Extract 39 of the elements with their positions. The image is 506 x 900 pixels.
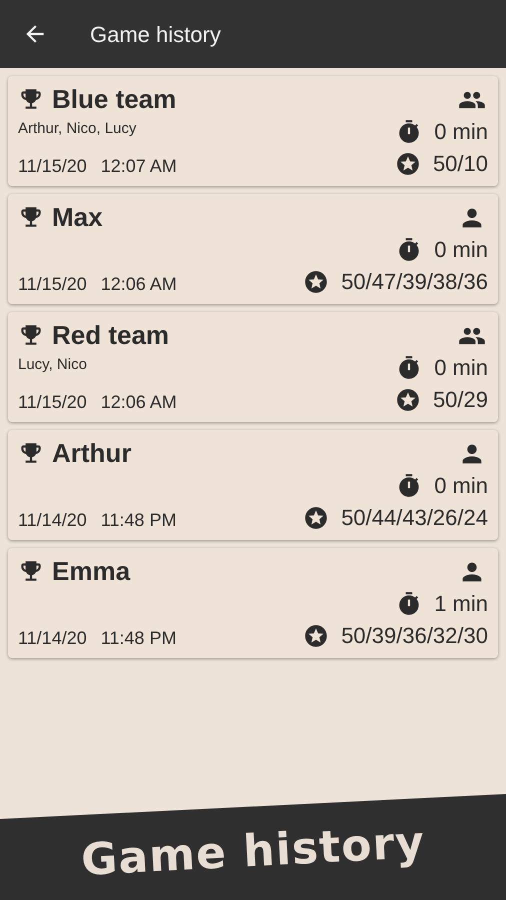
star-icon bbox=[303, 623, 330, 649]
star-icon bbox=[303, 269, 330, 295]
game-time: 12:06 AM bbox=[100, 390, 177, 414]
duration: 0 min bbox=[434, 121, 488, 144]
scores: 50/29 bbox=[432, 389, 488, 411]
game-date: 11/15/20 bbox=[18, 272, 87, 296]
game-title: Red team bbox=[52, 322, 170, 348]
banner-caption: Game history bbox=[79, 816, 427, 888]
star-icon bbox=[303, 505, 330, 531]
star-icon bbox=[394, 387, 421, 413]
star-icon bbox=[394, 151, 421, 177]
duration: 0 min bbox=[434, 475, 488, 498]
game-title: Emma bbox=[52, 558, 130, 584]
scores: 50/10 bbox=[432, 153, 488, 175]
game-title: Max bbox=[52, 204, 103, 230]
game-card[interactable]: Emma 1 min 11/14/20 11:48 PM 50/39/36/32/30 bbox=[8, 548, 498, 658]
scores: 50/44/43/26/24 bbox=[341, 507, 488, 529]
team-members: Arthur, Nico, Lucy bbox=[18, 118, 136, 139]
game-card[interactable]: Red team Lucy, Nico 0 min 11/15/20 12:06 AM 50/29 bbox=[8, 312, 498, 422]
game-card[interactable]: Blue team Arthur, Nico, Lucy 0 min 11/15/20 12:07 AM 50/10 bbox=[8, 76, 498, 186]
game-date: 11/15/20 bbox=[18, 390, 87, 414]
game-time: 11:48 PM bbox=[100, 508, 176, 532]
game-time: 11:48 PM bbox=[100, 626, 176, 650]
duration: 1 min bbox=[434, 593, 488, 616]
game-date: 11/14/20 bbox=[18, 626, 87, 650]
duration: 0 min bbox=[434, 357, 488, 380]
game-card[interactable]: Arthur 0 min 11/14/20 11:48 PM 50/44/43/26/24 bbox=[8, 430, 498, 540]
scores: 50/39/36/32/30 bbox=[341, 625, 488, 647]
game-date: 11/14/20 bbox=[18, 508, 87, 532]
game-time: 12:06 AM bbox=[100, 272, 177, 296]
team-members: Lucy, Nico bbox=[18, 354, 87, 375]
app-bar-title: Game history bbox=[90, 20, 221, 49]
game-title: Blue team bbox=[52, 86, 176, 112]
game-title: Arthur bbox=[52, 440, 132, 466]
game-card[interactable]: Max 0 min 11/15/20 12:06 AM 50/47/39/38/36 bbox=[8, 194, 498, 304]
game-time: 12:07 AM bbox=[100, 154, 177, 178]
game-date: 11/15/20 bbox=[18, 154, 87, 178]
scores: 50/47/39/38/36 bbox=[341, 271, 488, 293]
duration: 0 min bbox=[434, 239, 488, 262]
